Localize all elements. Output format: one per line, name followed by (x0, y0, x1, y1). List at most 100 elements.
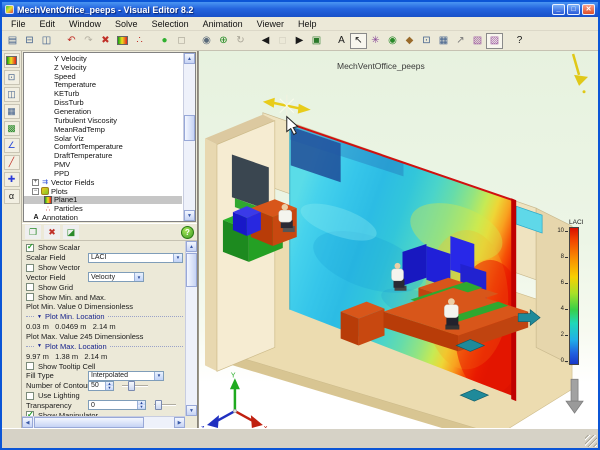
record-button[interactable]: ▣ (308, 33, 325, 49)
contours-slider[interactable] (122, 385, 148, 387)
menu-item[interactable]: Viewer (250, 18, 291, 30)
scroll-down-icon[interactable]: ▼ (186, 405, 197, 416)
print-button[interactable]: ⊟ (21, 33, 38, 49)
resize-grip[interactable] (585, 435, 597, 447)
step-forward-button[interactable]: ▶ (291, 33, 308, 49)
chevron-down-icon[interactable]: ▼ (134, 273, 143, 281)
expand-toggle-icon[interactable]: − (32, 188, 39, 195)
plot-max-location-header[interactable]: ▼Plot Max. Location (26, 341, 183, 351)
slider-knob[interactable] (128, 381, 135, 391)
hierarchy-button[interactable]: ∴ (131, 33, 148, 49)
chart-panel-button[interactable]: ∠ (4, 138, 20, 153)
tree-item[interactable]: DraftTemperature (24, 151, 182, 160)
table-panel-button[interactable]: ▦ (4, 104, 20, 119)
spinner-arrows-icon[interactable]: ▲▼ (105, 382, 113, 390)
chevron-down-icon[interactable]: ▼ (173, 254, 182, 262)
globe-button[interactable]: ⊕ (215, 33, 232, 49)
use-lighting-checkbox[interactable] (26, 392, 34, 400)
pause-button[interactable]: ◻ (274, 33, 291, 49)
chevron-down-icon[interactable]: ▼ (154, 372, 163, 380)
mesh-panel-button[interactable]: ▩ (4, 121, 20, 136)
plot-min-location-header[interactable]: ▼Plot Min. Location (26, 312, 183, 322)
copy-plane-button[interactable]: ❐ (25, 225, 41, 239)
select-tool-button[interactable]: ↖ (350, 33, 367, 49)
scroll-left-icon[interactable]: ◀ (22, 417, 33, 428)
chart-plane-button[interactable]: ◪ (63, 225, 79, 239)
model-status-button[interactable]: ● (156, 33, 173, 49)
tree-scroll-thumb[interactable] (184, 115, 195, 141)
tree-item[interactable]: Speed (24, 72, 182, 81)
menu-item[interactable]: Animation (196, 18, 250, 30)
scroll-up-icon[interactable]: ▲ (184, 53, 195, 64)
tree-scrollbar[interactable]: ▲ ▼ (183, 53, 195, 221)
puzzle-panel-button[interactable]: ✚ (4, 172, 20, 187)
tree-item[interactable]: Generation (24, 107, 182, 116)
menu-item[interactable]: Window (62, 18, 108, 30)
redo-button[interactable]: ↷ (80, 33, 97, 49)
tree-item[interactable]: Particles (24, 204, 182, 213)
fly-tool-button[interactable]: ◉ (384, 33, 401, 49)
delete-button[interactable]: ✖ (97, 33, 114, 49)
tree-item[interactable]: MeanRadTemp (24, 125, 182, 134)
tree-item[interactable]: KETurb (24, 89, 182, 98)
minimize-button[interactable]: _ (552, 4, 565, 15)
orbit-button[interactable]: ↻ (232, 33, 249, 49)
show-min-max-checkbox[interactable] (26, 293, 34, 301)
3d-viewport[interactable]: Y x z MechVentOffice_peeps LACI 1086420 (198, 51, 598, 428)
reel-button[interactable]: ◉ (198, 33, 215, 49)
transparency-spinner[interactable]: 0▲▼ (88, 400, 146, 410)
save-button[interactable]: ▤ (4, 33, 21, 49)
probe-button[interactable]: ↗ (452, 33, 469, 49)
text-tool-button[interactable]: A (333, 33, 350, 49)
transparency-slider[interactable] (154, 404, 176, 406)
scroll-down-icon[interactable]: ▼ (184, 210, 195, 221)
scalar-field-dropdown[interactable]: LACI▼ (88, 253, 183, 263)
wireframe-button[interactable]: ◻ (173, 33, 190, 49)
tree-item[interactable]: ComfortTemperature (24, 142, 182, 151)
close-button[interactable]: ✕ (582, 4, 595, 15)
tree-item[interactable]: Plane1 (24, 196, 182, 205)
tree-item[interactable]: + Vector Fields (24, 178, 182, 187)
scroll-right-icon[interactable]: ▶ (174, 417, 185, 428)
plane-manipulator-arrow[interactable] (263, 95, 311, 117)
props-hscroll-thumb[interactable] (34, 417, 144, 428)
tree-item[interactable]: − Plots (24, 187, 182, 196)
3d-scene-canvas[interactable]: Y x z (199, 51, 598, 428)
cube-view-button[interactable]: ▧ (469, 33, 486, 49)
maximize-button[interactable]: □ (567, 4, 580, 15)
film-button[interactable]: ▦ (435, 33, 452, 49)
fill-tool-button[interactable]: ◆ (401, 33, 418, 49)
tree-item[interactable]: Y Velocity (24, 54, 182, 63)
context-help-button[interactable]: ? (511, 33, 528, 49)
tree-item[interactable]: Solar Viz (24, 134, 182, 143)
undo-button[interactable]: ↶ (63, 33, 80, 49)
plot-panel-button[interactable]: ╱ (4, 155, 20, 170)
expand-toggle-icon[interactable]: + (32, 179, 39, 186)
spinner-arrows-icon[interactable]: ▲▼ (137, 401, 145, 409)
props-scroll-thumb[interactable] (186, 253, 197, 287)
title-bar[interactable]: MechVentOffice_peeps - Visual Editor 8.2… (2, 2, 598, 17)
tree-item[interactable]: PMV (24, 160, 182, 169)
plane-right-edge[interactable] (511, 198, 516, 401)
tree-item[interactable]: DissTurb (24, 98, 182, 107)
tree-item[interactable]: Temperature (24, 81, 182, 90)
delete-plane-button[interactable]: ✖ (44, 225, 60, 239)
show-vector-checkbox[interactable] (26, 264, 34, 272)
menu-item[interactable]: Help (291, 18, 324, 30)
cube-view-alt-button[interactable]: ▨ (486, 33, 503, 49)
contours-spinner[interactable]: 50▲▼ (88, 381, 114, 391)
tree-item[interactable]: PPD (24, 169, 182, 178)
camera-button[interactable]: ⊡ (418, 33, 435, 49)
tree-item[interactable]: Turbulent Viscosity (24, 116, 182, 125)
show-tooltip-checkbox[interactable] (26, 362, 34, 370)
display-panel-button[interactable]: ⊡ (4, 70, 20, 85)
props-vscrollbar[interactable]: ▲ ▼ (185, 241, 197, 416)
slider-knob[interactable] (155, 400, 162, 410)
menu-item[interactable]: File (4, 18, 33, 30)
pages-panel-button[interactable]: ◫ (4, 87, 20, 102)
tree-item[interactable]: Annotation (24, 213, 182, 222)
menu-item[interactable]: Edit (33, 18, 63, 30)
fill-type-dropdown[interactable]: Interpolated▼ (88, 371, 164, 381)
vector-field-dropdown[interactable]: Velocity▼ (88, 272, 144, 282)
tree-item[interactable]: Z Velocity (24, 63, 182, 72)
